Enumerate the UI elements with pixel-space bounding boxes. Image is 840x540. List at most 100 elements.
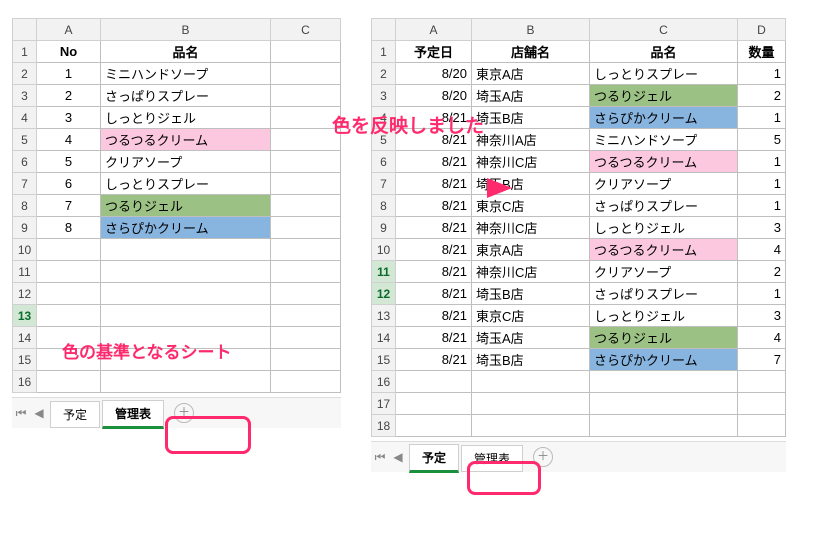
cell-date[interactable]: 8/20 bbox=[396, 63, 472, 85]
row-header[interactable]: 9 bbox=[372, 217, 396, 239]
cell-no[interactable]: 6 bbox=[37, 173, 101, 195]
cell-date[interactable]: 8/21 bbox=[396, 305, 472, 327]
cell-name[interactable]: しっとりジェル bbox=[590, 217, 738, 239]
cell-qty[interactable]: 1 bbox=[738, 195, 786, 217]
cell[interactable] bbox=[271, 85, 341, 107]
cell-date[interactable]: 8/21 bbox=[396, 239, 472, 261]
cell-name[interactable]: しっとりスプレー bbox=[101, 173, 271, 195]
cell-name[interactable]: しっとりジェル bbox=[590, 305, 738, 327]
add-sheet-button[interactable]: ＋ bbox=[533, 447, 553, 467]
cell-name[interactable]: ミニハンドソープ bbox=[101, 63, 271, 85]
cell-name[interactable]: つるりジェル bbox=[101, 195, 271, 217]
cell-name[interactable]: さらぴかクリーム bbox=[590, 349, 738, 371]
row-header[interactable]: 6 bbox=[13, 151, 37, 173]
cell-qty[interactable]: 3 bbox=[738, 217, 786, 239]
cell-no[interactable]: 5 bbox=[37, 151, 101, 173]
cell-shop[interactable]: 埼玉A店 bbox=[472, 327, 590, 349]
cell-qty[interactable]: 1 bbox=[738, 151, 786, 173]
col-header[interactable]: A bbox=[396, 19, 472, 41]
table-row[interactable]: 14 8/21 埼玉A店 つるりジェル 4 bbox=[372, 327, 786, 349]
cell[interactable] bbox=[271, 41, 341, 63]
row-header[interactable]: 7 bbox=[13, 173, 37, 195]
cell-qty[interactable]: 1 bbox=[738, 283, 786, 305]
table-row[interactable]: 3 2 さっぱりスプレー bbox=[13, 85, 341, 107]
table-row[interactable]: 13 8/21 東京C店 しっとりジェル 3 bbox=[372, 305, 786, 327]
row-header[interactable]: 1 bbox=[372, 41, 396, 63]
col-header[interactable]: B bbox=[472, 19, 590, 41]
table-row[interactable]: 11 bbox=[13, 261, 341, 283]
row-header[interactable]: 13 bbox=[372, 305, 396, 327]
row-header[interactable]: 13 bbox=[13, 305, 37, 327]
table-row[interactable]: 12 8/21 埼玉B店 さっぱりスプレー 1 bbox=[372, 283, 786, 305]
cell-name[interactable]: クリアソープ bbox=[101, 151, 271, 173]
cell-qty[interactable]: 1 bbox=[738, 63, 786, 85]
row-header[interactable]: 14 bbox=[13, 327, 37, 349]
row-header[interactable]: 12 bbox=[13, 283, 37, 305]
add-sheet-button[interactable]: ＋ bbox=[174, 403, 194, 423]
row-header[interactable]: 16 bbox=[13, 371, 37, 393]
tab-kanrihyo-right[interactable]: 管理表 bbox=[461, 445, 523, 472]
cell-date[interactable]: 8/21 bbox=[396, 217, 472, 239]
row-header[interactable]: 18 bbox=[372, 415, 396, 437]
cell-qty[interactable]: 1 bbox=[738, 107, 786, 129]
cell-name[interactable]: さっぱりスプレー bbox=[590, 195, 738, 217]
table-row[interactable]: 11 8/21 神奈川C店 クリアソープ 2 bbox=[372, 261, 786, 283]
cell-name[interactable]: つるつるクリーム bbox=[590, 151, 738, 173]
row-header[interactable]: 10 bbox=[372, 239, 396, 261]
table-row[interactable]: 10 8/21 東京A店 つるつるクリーム 4 bbox=[372, 239, 786, 261]
cell-no[interactable]: 7 bbox=[37, 195, 101, 217]
tab-nav-first-icon[interactable]: ⏮ bbox=[12, 406, 30, 421]
cell[interactable] bbox=[271, 217, 341, 239]
table-row[interactable]: 10 bbox=[13, 239, 341, 261]
row-header[interactable]: 10 bbox=[13, 239, 37, 261]
cell-name[interactable]: さっぱりスプレー bbox=[590, 283, 738, 305]
table-row[interactable]: 3 8/20 埼玉A店 つるりジェル 2 bbox=[372, 85, 786, 107]
cell-no[interactable]: 1 bbox=[37, 63, 101, 85]
col-header[interactable]: C bbox=[590, 19, 738, 41]
cell-name[interactable]: つるりジェル bbox=[590, 327, 738, 349]
row-header[interactable]: 15 bbox=[13, 349, 37, 371]
cell-date[interactable]: 8/21 bbox=[396, 349, 472, 371]
cell-name[interactable]: しっとりスプレー bbox=[590, 63, 738, 85]
table-row[interactable]: 18 bbox=[372, 415, 786, 437]
table-row[interactable]: 17 bbox=[372, 393, 786, 415]
cell-qty[interactable]: 1 bbox=[738, 173, 786, 195]
tab-nav-prev-icon[interactable]: ◀ bbox=[30, 406, 48, 420]
cell-no[interactable]: 2 bbox=[37, 85, 101, 107]
row-header[interactable]: 14 bbox=[372, 327, 396, 349]
row-header[interactable]: 15 bbox=[372, 349, 396, 371]
row-header[interactable]: 3 bbox=[372, 85, 396, 107]
cell-no[interactable]: 4 bbox=[37, 129, 101, 151]
row-header[interactable]: 11 bbox=[372, 261, 396, 283]
table-row[interactable]: 2 1 ミニハンドソープ bbox=[13, 63, 341, 85]
row-header[interactable]: 16 bbox=[372, 371, 396, 393]
cell-no[interactable]: 8 bbox=[37, 217, 101, 239]
col-header[interactable]: D bbox=[738, 19, 786, 41]
cell-no[interactable]: 3 bbox=[37, 107, 101, 129]
tab-kanrihyo-left[interactable]: 管理表 bbox=[102, 400, 164, 429]
cell-name[interactable]: クリアソープ bbox=[590, 173, 738, 195]
cell-shop[interactable]: 東京A店 bbox=[472, 239, 590, 261]
table-row[interactable]: 15 8/21 埼玉B店 さらぴかクリーム 7 bbox=[372, 349, 786, 371]
tab-yotei-left[interactable]: 予定 bbox=[50, 401, 100, 428]
tab-yotei-right[interactable]: 予定 bbox=[409, 444, 459, 473]
cell-name[interactable]: さっぱりスプレー bbox=[101, 85, 271, 107]
cell-name[interactable]: つるつるクリーム bbox=[101, 129, 271, 151]
cell-name[interactable]: つるつるクリーム bbox=[590, 239, 738, 261]
cell-shop[interactable]: 埼玉B店 bbox=[472, 283, 590, 305]
cell-qty[interactable]: 4 bbox=[738, 327, 786, 349]
row-header[interactable]: 12 bbox=[372, 283, 396, 305]
table-row[interactable]: 9 8 さらぴかクリーム bbox=[13, 217, 341, 239]
cell-shop[interactable]: 神奈川C店 bbox=[472, 261, 590, 283]
cell-date[interactable]: 8/20 bbox=[396, 85, 472, 107]
row-header[interactable]: 8 bbox=[13, 195, 37, 217]
row-header[interactable]: 2 bbox=[13, 63, 37, 85]
cell-name[interactable]: しっとりジェル bbox=[101, 107, 271, 129]
tab-nav-first-icon[interactable]: ⏮ bbox=[371, 450, 389, 465]
cell-qty[interactable]: 7 bbox=[738, 349, 786, 371]
cell[interactable] bbox=[271, 107, 341, 129]
row-header[interactable]: 2 bbox=[372, 63, 396, 85]
tab-nav-prev-icon[interactable]: ◀ bbox=[389, 450, 407, 464]
cell-shop[interactable]: 埼玉A店 bbox=[472, 85, 590, 107]
col-header[interactable]: B bbox=[101, 19, 271, 41]
